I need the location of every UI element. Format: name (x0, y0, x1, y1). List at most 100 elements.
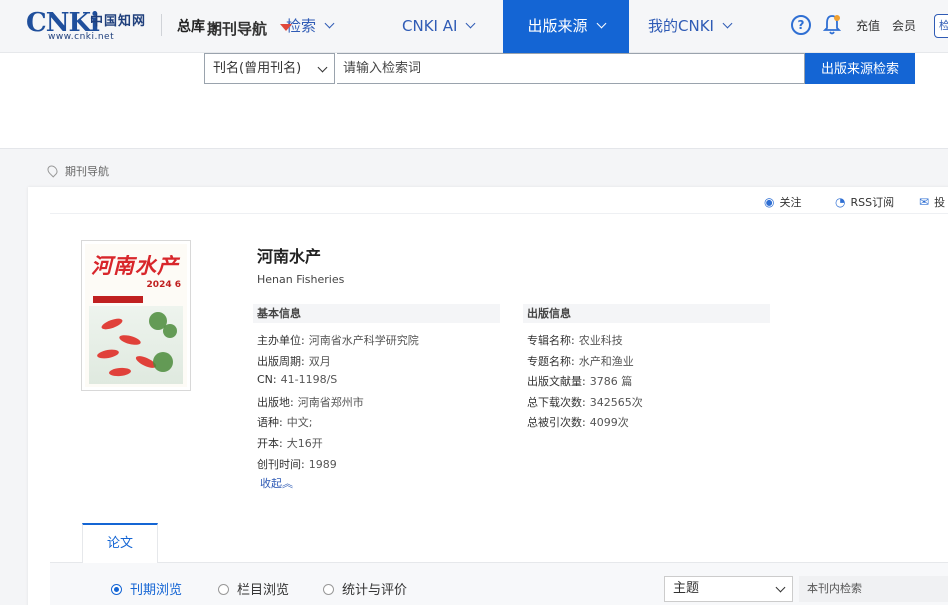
info-founded: 创刊时间: 1989 (257, 456, 337, 472)
member-link[interactable]: 会员 (892, 17, 916, 34)
breadcrumb: 期刊导航 (45, 163, 109, 179)
info-series: 专辑名称: 农业科技 (527, 332, 623, 348)
follow-button[interactable]: ◉ 关注 (764, 194, 801, 210)
collapse-link[interactable]: 收起︽ (260, 475, 293, 491)
breadcrumb-item[interactable]: 期刊导航 (65, 165, 109, 178)
radio-label: 刊期浏览 (130, 583, 183, 598)
submit-label: 投 (934, 196, 946, 209)
info-period: 出版周期: 双月 (257, 353, 331, 369)
search-field-value: 刊名(曾用刊名) (213, 61, 302, 76)
info-value: 大16开 (286, 437, 323, 450)
info-key: 总被引次数: (527, 416, 586, 429)
logo-url: www.cnki.net (48, 32, 115, 42)
fish-shape (118, 333, 142, 347)
info-value: 3786 篇 (589, 375, 633, 388)
nav-publication-source-label: 出版来源 (527, 17, 588, 35)
bell-icon[interactable] (823, 14, 841, 36)
info-downloads: 总下载次数: 342565次 (527, 394, 643, 410)
journal-cover[interactable]: 河南水产 2024 6 (81, 240, 191, 391)
info-key: 总下载次数: (527, 396, 586, 409)
chevron-down-icon (465, 18, 476, 29)
fish-shape (96, 348, 120, 360)
journal-title: 河南水产 (257, 247, 322, 266)
submit-button[interactable]: ✉ 投 (919, 194, 945, 210)
nav-publication-source[interactable]: 出版来源 (503, 0, 629, 53)
info-value: 4099次 (589, 416, 629, 429)
info-key: 出版周期: (257, 355, 305, 368)
chevron-down-icon (596, 18, 606, 29)
radio-icon (218, 584, 229, 595)
field-select[interactable]: 主题 (664, 576, 793, 602)
rss-icon: ◔ (835, 195, 846, 209)
nav-my-cnki[interactable]: 我的CNKI (648, 0, 733, 53)
info-value: 水产和渔业 (578, 355, 634, 368)
radio-stats-eval[interactable]: 统计与评价 (323, 579, 407, 598)
info-language: 语种: 中文; (257, 414, 312, 430)
info-value: 河南省郑州市 (297, 396, 364, 409)
source-search-button[interactable]: 出版来源检索 (805, 53, 915, 84)
cover-title: 河南水产 (91, 253, 179, 278)
info-place: 出版地: 河南省郑州市 (257, 394, 364, 410)
chevron-down-icon (775, 582, 786, 593)
info-key: 出版文献量: (527, 375, 586, 388)
cover-issue: 2024 6 (146, 280, 181, 290)
info-cn: CN: 41-1198/S (257, 373, 337, 386)
tab-papers[interactable]: 论文 (82, 523, 158, 563)
in-journal-search-input[interactable]: 本刊内检索 (799, 576, 948, 602)
info-value: 农业科技 (578, 334, 623, 347)
fish-shape (108, 367, 132, 377)
radio-label: 统计与评价 (342, 583, 408, 598)
radio-icon (323, 584, 334, 595)
info-topic: 专题名称: 水产和渔业 (527, 353, 634, 369)
help-icon[interactable]: ? (791, 15, 811, 35)
publish-info-header: 出版信息 (523, 304, 770, 323)
radio-selected-icon (111, 584, 122, 595)
top-nav-bar: CNKi 中国知网 www.cnki.net 总库 检索 CNKI AI 出版来… (0, 0, 948, 53)
info-key: 出版地: (257, 396, 294, 409)
info-key: 创刊时间: (257, 458, 305, 471)
info-doc-count: 出版文献量: 3786 篇 (527, 373, 632, 389)
recharge-link[interactable]: 充值 (856, 17, 880, 34)
top-right-button[interactable]: 检 (934, 14, 948, 38)
info-key: 语种: (257, 416, 283, 429)
info-value: 342565次 (589, 396, 643, 409)
info-citations: 总被引次数: 4099次 (527, 414, 629, 430)
info-format: 开本: 大16开 (257, 435, 323, 451)
nav-cnki-ai[interactable]: CNKI AI (402, 0, 476, 53)
basic-info-header: 基本信息 (253, 304, 500, 323)
journal-nav-title[interactable]: 期刊导航 (207, 18, 267, 39)
search-field-select[interactable]: 刊名(曾用刊名) (204, 53, 335, 84)
cover-art (89, 306, 183, 384)
info-key: 专辑名称: (527, 334, 575, 347)
search-input[interactable] (337, 53, 805, 84)
rss-button[interactable]: ◔ RSS订阅 (835, 194, 894, 210)
logo-cn-text: 中国知网 (90, 14, 147, 29)
info-value: 中文; (286, 416, 313, 429)
info-value: 1989 (308, 458, 337, 471)
radio-issue-browse[interactable]: 刊期浏览 (111, 579, 182, 598)
nav-cnki-ai-label: CNKI AI (402, 17, 458, 35)
nav-search[interactable]: 检索 (286, 0, 335, 53)
radio-label: 栏目浏览 (237, 583, 290, 598)
chevron-down-icon (324, 18, 335, 29)
field-select-value: 主题 (673, 581, 700, 596)
info-value: 41-1198/S (280, 373, 338, 386)
location-pin-icon (45, 163, 60, 178)
info-sponsor: 主办单位: 河南省水产科学研究院 (257, 332, 419, 348)
divider (50, 213, 948, 214)
info-value: 河南省水产科学研究院 (308, 334, 419, 347)
cover-image: 河南水产 2024 6 (85, 244, 187, 387)
leaf-shape (163, 324, 177, 338)
chevron-down-icon (317, 62, 328, 73)
cover-band (93, 296, 143, 303)
info-key: 专题名称: (527, 355, 575, 368)
library-label: 总库 (177, 19, 205, 35)
logo-divider (161, 14, 162, 36)
info-value: 双月 (308, 355, 331, 368)
fish-shape (100, 316, 124, 332)
caret-down-icon[interactable] (280, 24, 292, 31)
nav-my-cnki-label: 我的CNKI (648, 17, 714, 35)
chevron-down-icon (722, 18, 733, 29)
cnki-logo[interactable]: CNKi 中国知网 www.cnki.net (26, 8, 146, 44)
radio-column-browse[interactable]: 栏目浏览 (218, 579, 289, 598)
